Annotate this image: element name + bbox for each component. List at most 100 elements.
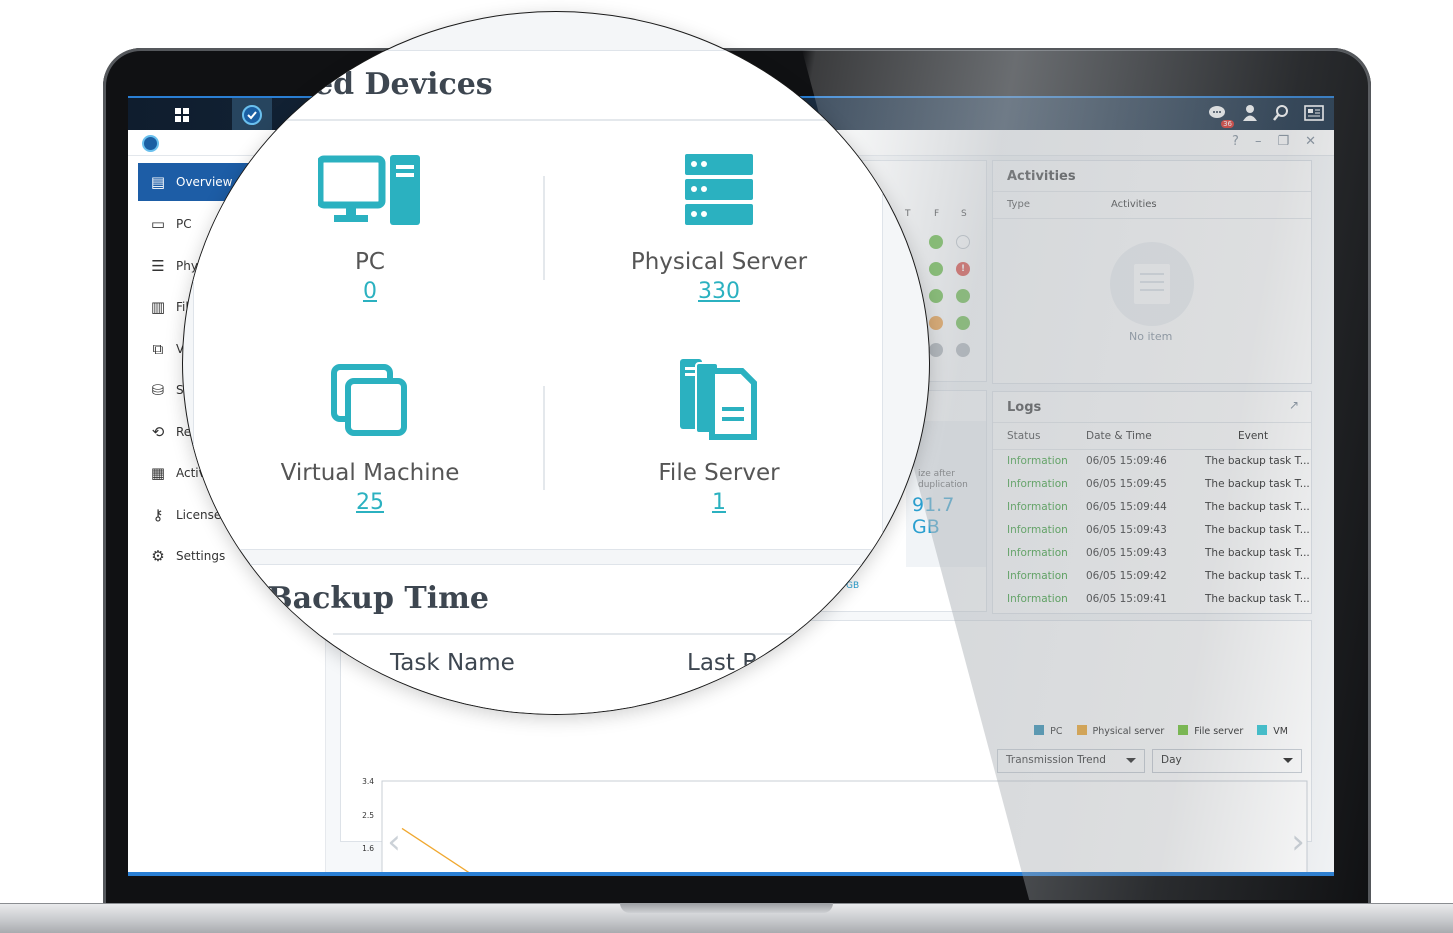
- laptop-notch: [620, 903, 833, 913]
- log-row[interactable]: Information 06/05 15:09:44 The backup task…: [993, 497, 1311, 520]
- physical-server-icon: [685, 154, 753, 225]
- key-icon: ⚷: [152, 506, 164, 524]
- divider: [993, 449, 1311, 450]
- log-event: The backup task T...: [1205, 524, 1310, 536]
- overview-icon: ▤: [150, 173, 166, 191]
- log-row[interactable]: Information 06/05 15:09:42 The backup task…: [993, 566, 1311, 589]
- divider: [993, 218, 1311, 219]
- col-task-name: Task Name: [390, 650, 515, 676]
- logs-col-status: Status: [1007, 430, 1041, 442]
- day-label: F: [934, 209, 940, 219]
- device-name: Virtual Machine: [280, 460, 460, 486]
- widgets-icon[interactable]: [1304, 105, 1324, 125]
- laptop-mockup: 36 ? – ❐ ✕ ▤ ▭ PC ☰ Phys ▥ Fil ⧉ ⛁ ⟲ Re …: [0, 0, 1453, 933]
- database-icon: ⛁: [151, 381, 165, 399]
- log-datetime: 06/05 15:09:41: [1086, 593, 1167, 605]
- list-icon: ▦: [150, 464, 166, 482]
- device-count-link[interactable]: 0: [240, 279, 500, 304]
- log-event: The backup task T...: [1205, 570, 1310, 582]
- log-event: The backup task T...: [1205, 593, 1310, 605]
- activities-col-activities: Activities: [1111, 199, 1157, 210]
- device-count-link[interactable]: 330: [589, 279, 849, 304]
- close-icon[interactable]: ✕: [1305, 134, 1316, 149]
- vm-device-icon: [331, 364, 407, 436]
- dedup-size-value: 91.7 GB: [912, 494, 955, 538]
- logs-col-datetime: Date & Time: [1086, 430, 1152, 442]
- log-status: Information: [1007, 455, 1068, 467]
- app-logo-icon: [142, 135, 159, 152]
- y-tick-label: 2.5: [362, 811, 374, 820]
- log-row[interactable]: Information 06/05 15:09:41 The backup task…: [993, 589, 1311, 612]
- trend-chart: 3.42.51.60.7(TB)05/2805/2905/3005/3106/0…: [362, 777, 1308, 876]
- sidebar-item-label: Settings: [176, 549, 226, 563]
- status-success-dot: [956, 316, 970, 330]
- log-datetime: 06/05 15:09:43: [1086, 547, 1167, 559]
- divider: [993, 422, 1311, 423]
- log-row[interactable]: Information 06/05 15:09:43 The backup task…: [993, 543, 1311, 566]
- log-datetime: 06/05 15:09:45: [1086, 478, 1167, 490]
- logs-title: Logs: [1007, 400, 1042, 415]
- notification-badge: 36: [1221, 120, 1234, 128]
- file-server-icon: ▥: [150, 298, 166, 316]
- status-idle-dot: [929, 343, 943, 357]
- help-icon[interactable]: ?: [1232, 134, 1239, 149]
- last-backup-card: t Backup Time Task Name Last Ba: [183, 564, 929, 714]
- minimize-icon[interactable]: –: [1255, 134, 1262, 149]
- pc-device-icon: [318, 155, 420, 225]
- log-datetime: 06/05 15:09:42: [1086, 570, 1167, 582]
- log-row[interactable]: Information 06/05 15:09:43 The backup task…: [993, 520, 1311, 543]
- user-icon[interactable]: [1242, 104, 1258, 126]
- log-status: Information: [1007, 547, 1068, 559]
- device-file-server: File Server 1: [589, 460, 849, 515]
- device-name: File Server: [658, 460, 780, 486]
- log-event: The backup task T...: [1205, 547, 1310, 559]
- divider: [543, 176, 545, 280]
- activities-title: Activities: [1007, 169, 1076, 184]
- device-name: Physical Server: [630, 249, 808, 275]
- window-controls: ? – ❐ ✕: [1232, 134, 1316, 149]
- log-row[interactable]: Information 06/05 15:09:46 The backup task…: [993, 451, 1311, 474]
- chart-prev-icon[interactable]: ‹: [384, 822, 404, 866]
- status-success-dot: [956, 289, 970, 303]
- file-server-icon: [680, 359, 757, 440]
- device-physical-server: Physical Server 330: [589, 249, 849, 304]
- log-row[interactable]: Information 06/05 15:09:45 The backup task…: [993, 474, 1311, 497]
- chart-next-icon[interactable]: ›: [1288, 822, 1308, 866]
- restore-icon[interactable]: ❐: [1277, 134, 1289, 149]
- taskbar-right: 36: [1208, 98, 1324, 132]
- gear-icon: ⚙: [151, 547, 165, 565]
- divider: [543, 386, 545, 490]
- vm-icon: ⧉: [152, 340, 164, 358]
- search-icon[interactable]: [1272, 104, 1290, 126]
- status-warning-dot: [929, 316, 943, 330]
- divider: [194, 119, 884, 121]
- notifications-icon[interactable]: 36: [1208, 104, 1234, 128]
- device-count-link[interactable]: 1: [589, 490, 849, 515]
- log-status: Information: [1007, 478, 1068, 490]
- y-tick-label: 3.4: [362, 777, 374, 786]
- day-label: T: [905, 209, 911, 219]
- status-idle-dot: [956, 343, 970, 357]
- dedup-label-line2: duplication: [918, 480, 968, 490]
- activities-col-type: Type: [1007, 199, 1030, 210]
- y-tick-label: 1.6: [362, 844, 374, 853]
- device-count-link[interactable]: 25: [240, 490, 500, 515]
- zoom-section-title: ed Devices: [314, 67, 493, 102]
- log-datetime: 06/05 15:09:46: [1086, 455, 1167, 467]
- expand-icon[interactable]: ↗: [1289, 398, 1299, 412]
- status-none-dot: [956, 235, 970, 249]
- divider: [993, 191, 1311, 192]
- activities-panel: Activities Type Activities No item: [992, 160, 1312, 384]
- log-event: The backup task T...: [1205, 501, 1310, 513]
- divider: [333, 633, 929, 635]
- device-name: PC: [355, 249, 385, 275]
- sidebar-item-label: PC: [176, 217, 192, 231]
- protected-devices-card: ed Devices PC 0 Physical Server 330 Virt…: [193, 50, 884, 550]
- restore-arrows-icon: ⟲: [151, 423, 165, 441]
- day-label: S: [961, 209, 967, 219]
- empty-state-icon: [1110, 242, 1194, 326]
- plot-area: [381, 780, 1308, 876]
- status-success-dot: [929, 235, 943, 249]
- log-status: Information: [1007, 524, 1068, 536]
- device-pc: PC 0: [240, 249, 500, 304]
